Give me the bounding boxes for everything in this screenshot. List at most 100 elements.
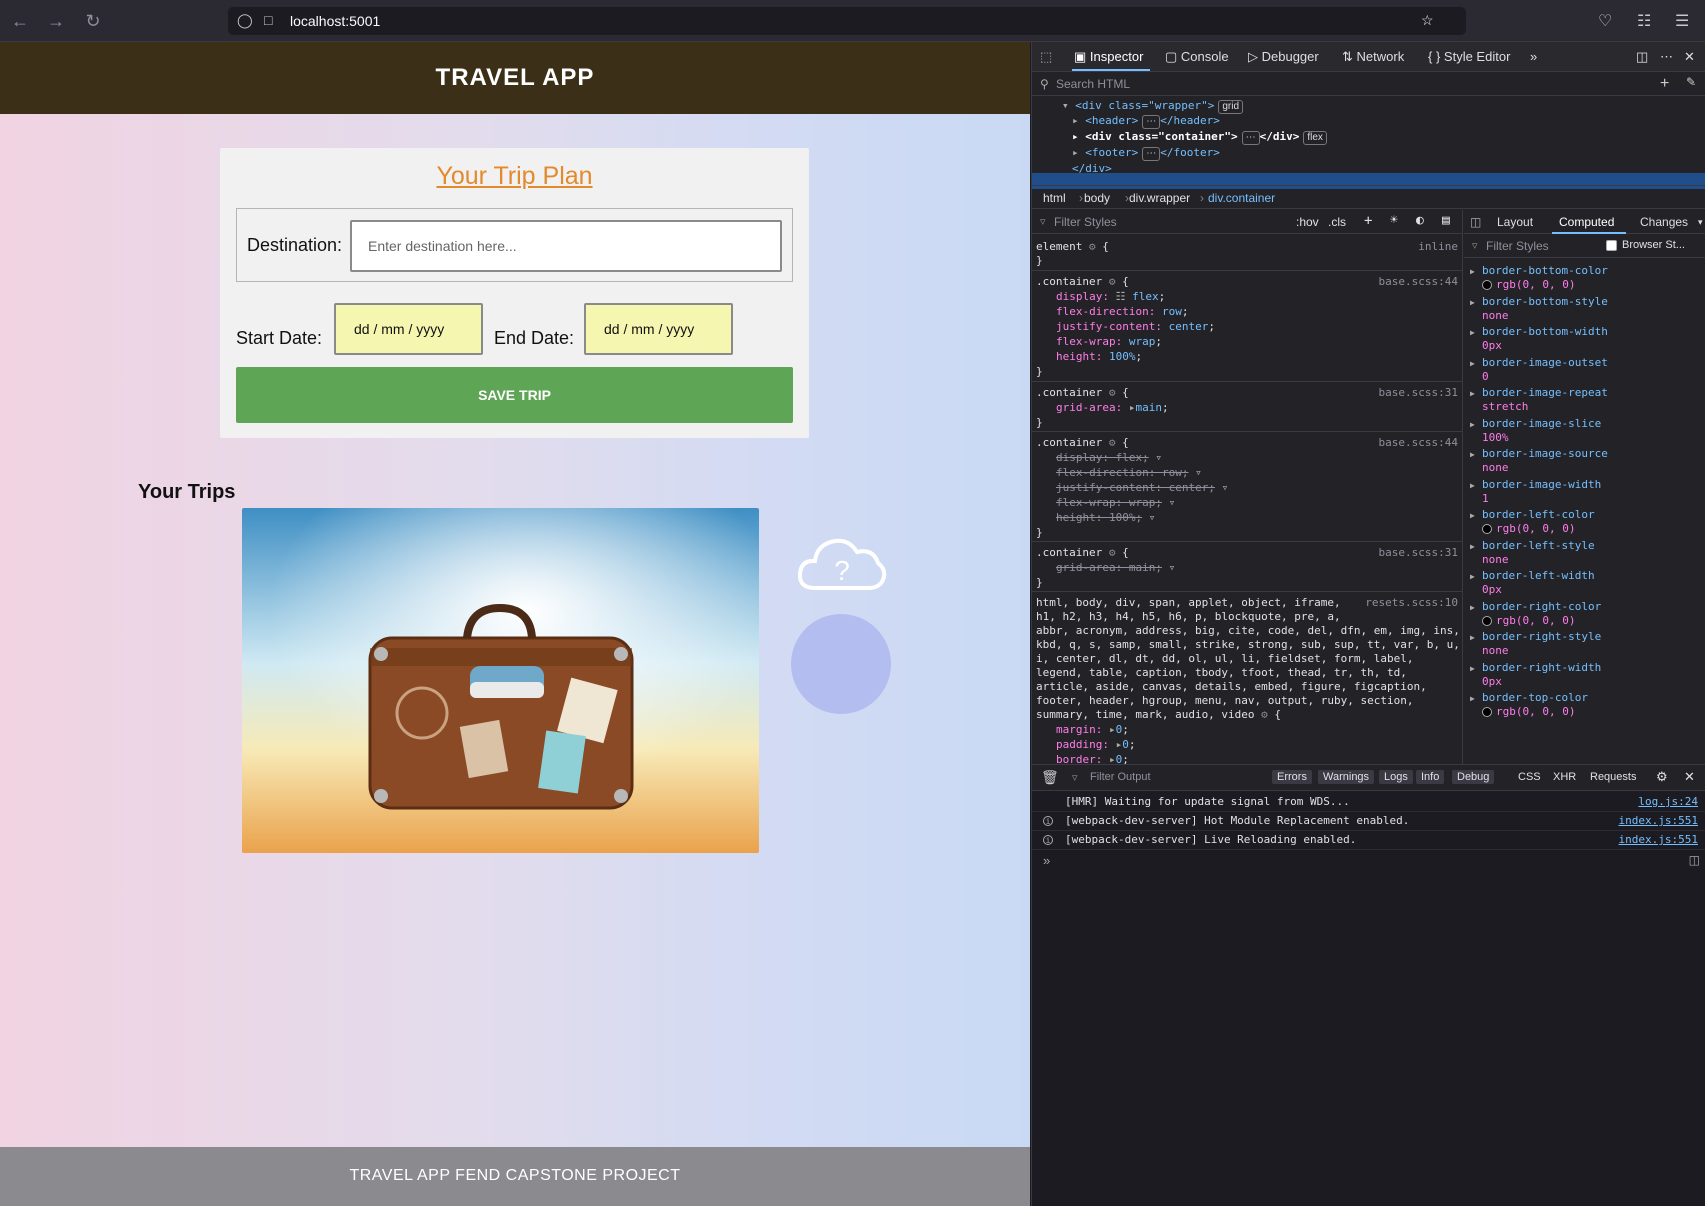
expand-arrow-icon[interactable]: ▶ <box>1470 328 1475 337</box>
rule-source[interactable]: base.scss:31 <box>1379 546 1458 559</box>
console-prompt-icon[interactable]: » <box>1043 853 1050 868</box>
prop-value[interactable]: center <box>1169 320 1209 333</box>
search-html-input[interactable]: Search HTML <box>1056 77 1130 91</box>
warnings-filter[interactable]: Warnings <box>1318 770 1375 784</box>
prop-value[interactable]: flex <box>1132 290 1159 303</box>
save-trip-button[interactable]: SAVE TRIP <box>236 367 793 423</box>
color-swatch[interactable] <box>1482 707 1492 717</box>
decl-flex-wrap[interactable]: flex-wrap: wrap; <box>1056 335 1162 348</box>
decl-overridden[interactable]: justify-content: center; ▿ <box>1056 481 1228 494</box>
expand-arrow-icon[interactable]: ▶ <box>1470 389 1475 398</box>
expand-arrow-icon[interactable]: ▶ <box>1470 633 1475 642</box>
prop-value[interactable]: 0 <box>1116 753 1123 764</box>
color-swatch[interactable] <box>1482 615 1492 626</box>
filter-icon[interactable]: ▿ <box>1222 481 1229 494</box>
breadcrumb-body[interactable]: body <box>1084 191 1110 205</box>
close-icon[interactable]: ✕ <box>1684 769 1695 785</box>
computed-property[interactable]: ▶ border-image-width 1 <box>1464 478 1705 508</box>
filter-icon[interactable]: ▿ <box>1149 511 1156 524</box>
prop-value[interactable]: 0 <box>1122 738 1129 751</box>
dock-icon[interactable]: ◫ <box>1636 49 1648 65</box>
requests-filter[interactable]: Requests <box>1590 771 1636 783</box>
computed-property[interactable]: ▶ border-left-style none <box>1464 539 1705 569</box>
console-message[interactable]: i [webpack-dev-server] Hot Module Replace… <box>1032 811 1705 831</box>
dom-node-header[interactable]: ▸ <header> ⋯ </header> <box>1072 113 1220 129</box>
logs-filter[interactable]: Logs <box>1379 770 1413 784</box>
expand-arrow-icon[interactable]: ▶ <box>1470 267 1475 276</box>
decl-overridden[interactable]: height: 100%; ▿ <box>1056 511 1155 524</box>
color-swatch[interactable] <box>1482 280 1492 290</box>
more-options-icon[interactable]: ⋯ <box>1660 49 1673 65</box>
filter-icon[interactable]: ▿ <box>1155 451 1162 464</box>
xhr-filter[interactable]: XHR <box>1553 771 1576 783</box>
hov-toggle[interactable]: :hov <box>1296 215 1319 229</box>
info-filter[interactable]: Info <box>1416 770 1445 784</box>
decl-margin[interactable]: margin: ▸0; <box>1056 723 1129 736</box>
css-filter[interactable]: CSS <box>1518 771 1541 783</box>
bookmark-star-icon[interactable]: ☆ <box>1421 12 1434 29</box>
computed-property[interactable]: ▶ border-right-style none <box>1464 630 1705 660</box>
decl-border[interactable]: border: ▸0; <box>1056 753 1129 764</box>
console-message-source[interactable]: index.js:551 <box>1619 830 1698 850</box>
rule-container[interactable]: .container ⚙ { <box>1036 275 1129 288</box>
rules-filter-input[interactable]: Filter Styles <box>1054 215 1117 229</box>
shield-icon[interactable]: ◯ <box>237 12 253 29</box>
add-rule-icon[interactable]: + <box>1364 213 1372 229</box>
expand-arrow-icon[interactable]: ▶ <box>1470 450 1475 459</box>
cls-toggle[interactable]: .cls <box>1328 215 1346 229</box>
decl-padding[interactable]: padding: ▸0; <box>1056 738 1135 751</box>
rule-container-overridden[interactable]: .container ⚙ { <box>1036 546 1129 559</box>
console-message[interactable]: [HMR] Waiting for update signal from WDS… <box>1032 792 1705 812</box>
decl-overridden[interactable]: flex-wrap: wrap; ▿ <box>1056 496 1175 509</box>
url-text[interactable]: localhost:5001 <box>290 13 380 29</box>
light-mode-icon[interactable]: ☀ <box>1390 213 1398 228</box>
editor-mode-icon[interactable]: ◫ <box>1689 853 1700 867</box>
pocket-icon[interactable]: ♡ <box>1598 11 1612 31</box>
flex-badge[interactable]: flex <box>1303 131 1327 145</box>
rule-source[interactable]: resets.scss:10 <box>1365 596 1458 609</box>
decl-flex-direction[interactable]: flex-direction: row; <box>1056 305 1188 318</box>
computed-property[interactable]: ▶ border-image-slice 100% <box>1464 417 1705 447</box>
decl-overridden[interactable]: flex-direction: row; ▿ <box>1056 466 1202 479</box>
expand-arrow-icon[interactable]: ▶ <box>1470 359 1475 368</box>
expand-arrow-icon[interactable]: ▶ <box>1470 603 1475 612</box>
dom-node-wrapper[interactable]: ▾ <div class="wrapper"> grid <box>1062 98 1244 114</box>
more-tabs-icon[interactable]: » <box>1530 49 1537 64</box>
rule-source[interactable]: base.scss:44 <box>1379 436 1458 449</box>
decl-grid-area[interactable]: grid-area: ▸main; <box>1056 401 1169 414</box>
computed-property[interactable]: ▶ border-bottom-style none <box>1464 295 1705 325</box>
color-swatch[interactable] <box>1482 524 1492 534</box>
dom-node-container[interactable]: ▸ <div class="container"> ⋯ </div> flex <box>1072 129 1327 145</box>
back-arrow-icon[interactable]: ← <box>9 10 31 32</box>
tab-inspector[interactable]: ▣ Inspector <box>1074 49 1143 65</box>
filter-icon[interactable]: ▿ <box>1169 561 1176 574</box>
console-message-source[interactable]: log.js:24 <box>1638 792 1698 812</box>
prop-value[interactable]: 0 <box>1116 723 1123 736</box>
computed-property[interactable]: ▶ border-top-color rgb(0, 0, 0) <box>1464 691 1705 721</box>
rule-container-overridden[interactable]: .container ⚙ { <box>1036 436 1129 449</box>
destination-input[interactable] <box>350 220 782 272</box>
dom-node-wrapper-close[interactable]: </div> <box>1072 161 1112 177</box>
computed-property[interactable]: ▶ border-image-source none <box>1464 447 1705 477</box>
reload-icon[interactable]: ↻ <box>82 10 104 32</box>
trash-icon[interactable]: 🗑 <box>1041 769 1059 786</box>
tab-changes[interactable]: Changes <box>1640 215 1688 229</box>
expand-arrow-icon[interactable]: ▸ <box>1109 723 1116 736</box>
debug-filter[interactable]: Debug <box>1452 770 1495 784</box>
prop-value[interactable]: wrap <box>1129 335 1156 348</box>
rule-source[interactable]: inline <box>1418 240 1458 253</box>
computed-property[interactable]: ▶ border-image-outset 0 <box>1464 356 1705 386</box>
expand-arrow-icon[interactable]: ▶ <box>1470 694 1475 703</box>
decl-display[interactable]: display: ☷ flex; <box>1056 290 1165 303</box>
breadcrumb-container[interactable]: div.container <box>1208 191 1275 205</box>
expand-arrow-icon[interactable]: ▶ <box>1470 298 1475 307</box>
prop-value[interactable]: 100% <box>1109 350 1136 363</box>
add-node-icon[interactable]: + <box>1660 75 1669 93</box>
prop-value[interactable]: main <box>1135 401 1162 414</box>
decl-justify-content[interactable]: justify-content: center; <box>1056 320 1215 333</box>
breadcrumb-wrapper[interactable]: div.wrapper <box>1129 191 1190 205</box>
rule-source[interactable]: base.scss:44 <box>1379 275 1458 288</box>
url-bar[interactable]: ◯ □ localhost:5001 ☆ <box>228 7 1466 35</box>
filter-icon[interactable]: ▿ <box>1169 496 1176 509</box>
decl-overridden[interactable]: grid-area: main; ▿ <box>1056 561 1175 574</box>
